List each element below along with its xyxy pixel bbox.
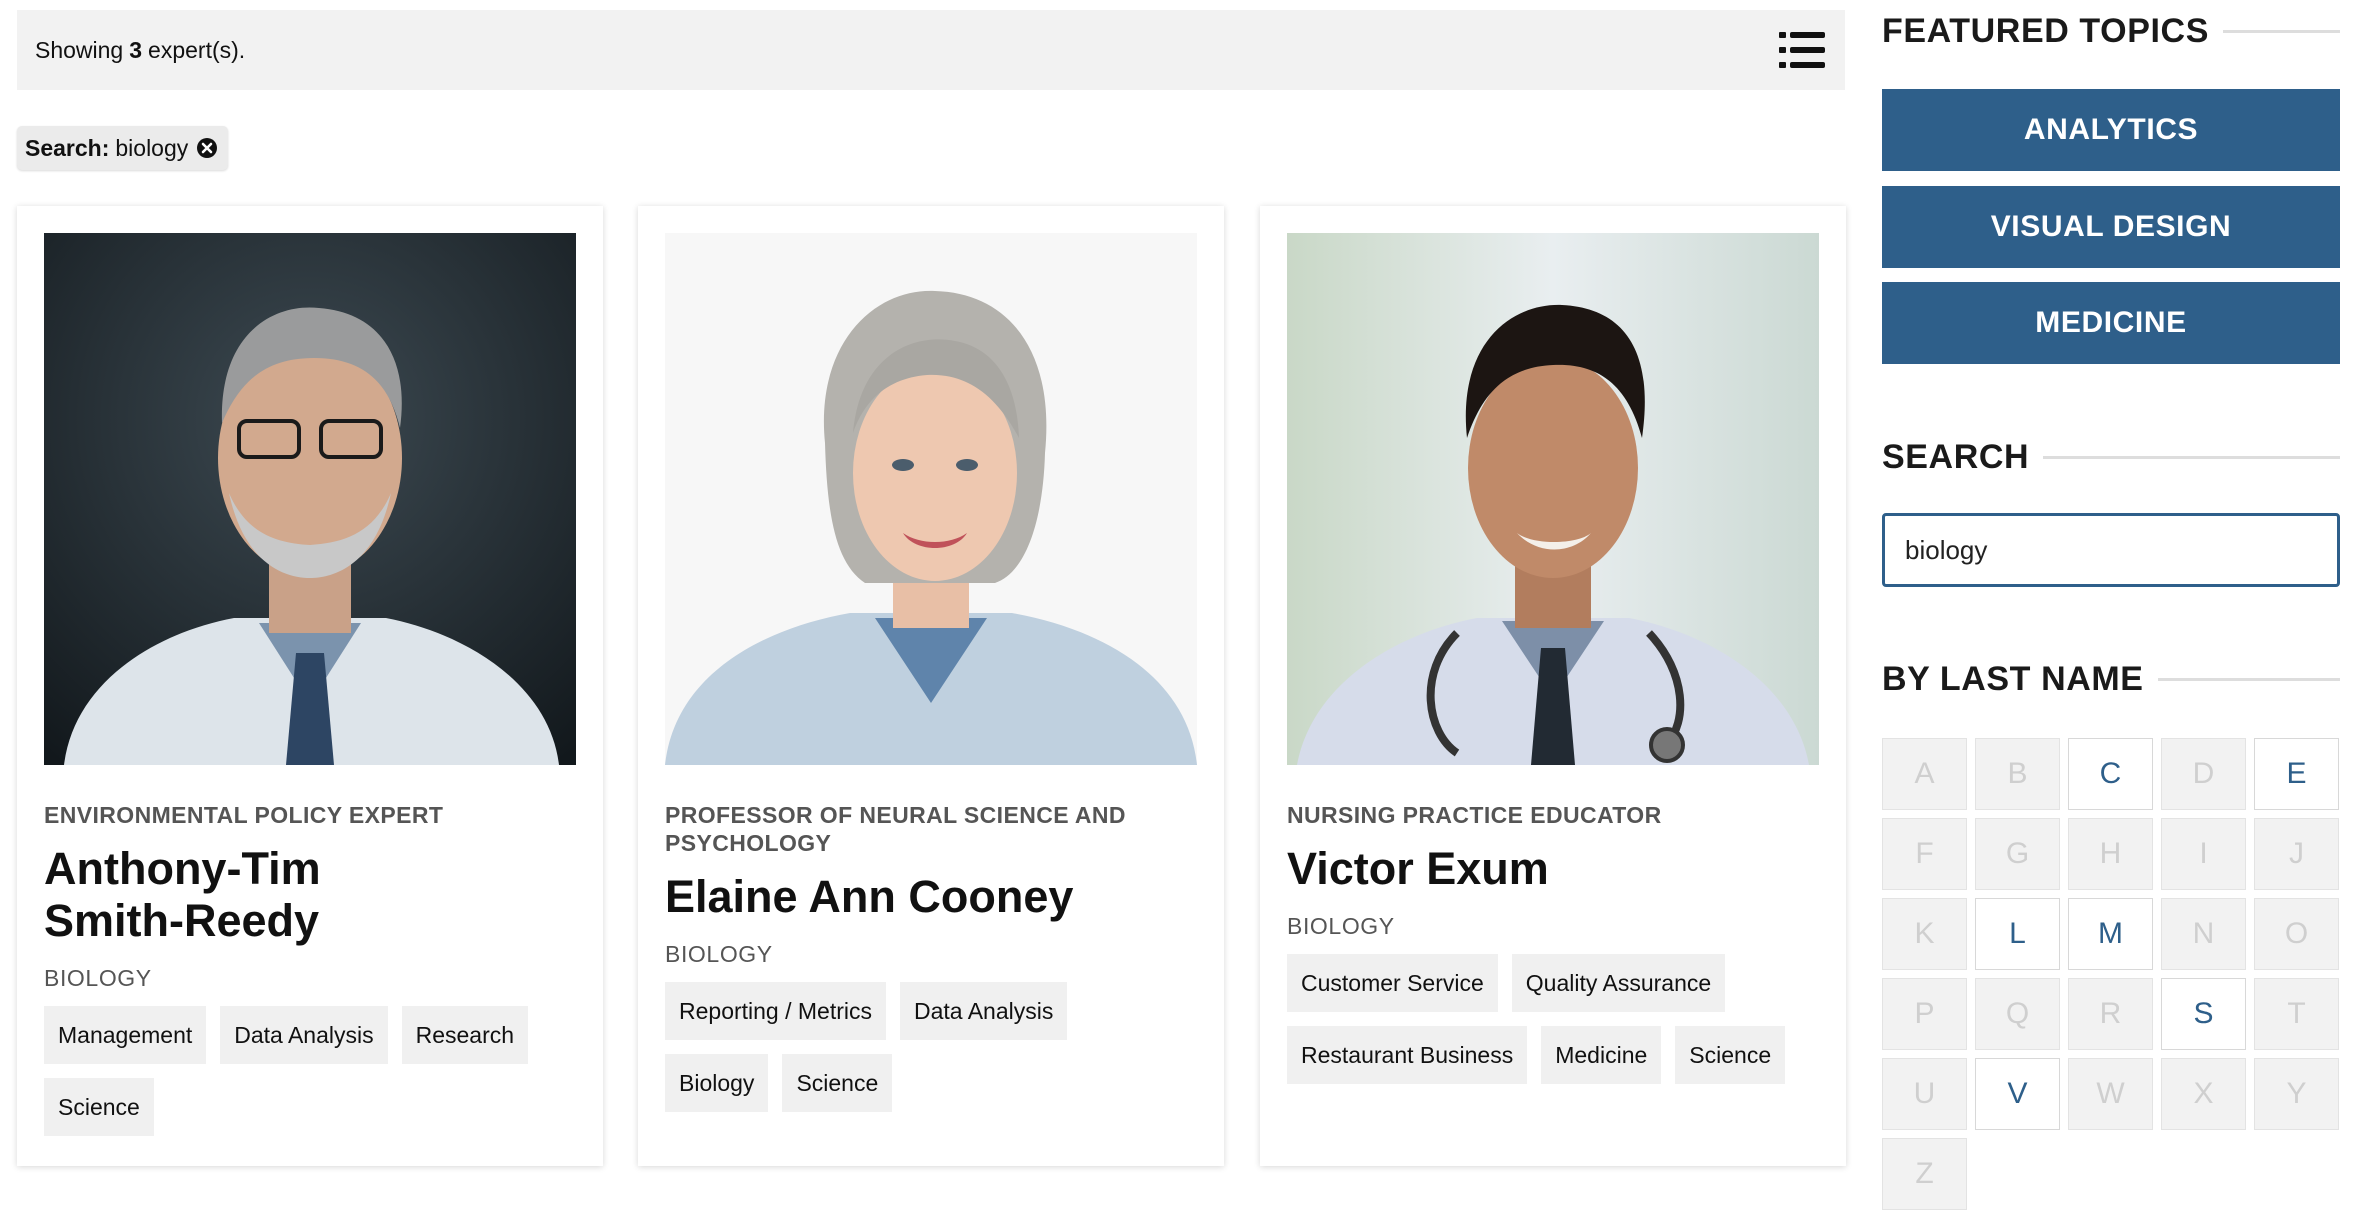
letter-o-button: O xyxy=(2254,898,2339,970)
chip-label: Search: xyxy=(25,134,110,161)
last-name-heading-label: BY LAST NAME xyxy=(1882,660,2144,698)
letter-w-button: W xyxy=(2068,1058,2153,1130)
expert-photo[interactable] xyxy=(1287,233,1819,765)
expert-title: PROFESSOR OF NEURAL SCIENCE AND PSYCHOLO… xyxy=(665,802,1126,856)
letter-q-button: Q xyxy=(1975,978,2060,1050)
search-input[interactable] xyxy=(1882,513,2340,587)
letter-n-button: N xyxy=(2161,898,2246,970)
heading-rule xyxy=(2043,456,2340,459)
letter-c-button[interactable]: C xyxy=(2068,738,2153,810)
expert-tag[interactable]: Quality Assurance xyxy=(1511,954,1726,1012)
search-heading-label: SEARCH xyxy=(1882,438,2030,476)
letter-a-button: A xyxy=(1882,738,1967,810)
letter-j-button: J xyxy=(2254,818,2339,890)
letter-u-button: U xyxy=(1882,1058,1967,1130)
expert-tag[interactable]: Science xyxy=(1675,1026,1786,1084)
results-count: 3 xyxy=(129,36,143,63)
expert-photo[interactable] xyxy=(665,233,1197,765)
expert-tag[interactable]: Customer Service xyxy=(1287,954,1498,1012)
letter-y-button: Y xyxy=(2254,1058,2339,1130)
letter-p-button: P xyxy=(1882,978,1967,1050)
expert-tag[interactable]: Research xyxy=(401,1006,529,1064)
search-heading: SEARCH xyxy=(1882,438,2340,477)
expert-tags: Management Data Analysis Research Scienc… xyxy=(44,1006,576,1150)
letter-x-button: X xyxy=(2161,1058,2246,1130)
expert-card[interactable]: PROFESSOR OF NEURAL SCIENCE AND PSYCHOLO… xyxy=(638,206,1224,1166)
expert-tags: Customer Service Quality Assurance Resta… xyxy=(1287,954,1819,1098)
expert-name[interactable]: Anthony-Tim Smith-Reedy xyxy=(44,843,576,947)
expert-name[interactable]: Elaine Ann Cooney xyxy=(665,871,1197,923)
search-filter-chip[interactable]: Search: biology xyxy=(17,126,229,170)
letter-d-button: D xyxy=(2161,738,2246,810)
letter-b-button: B xyxy=(1975,738,2060,810)
expert-category: BIOLOGY xyxy=(665,941,773,967)
letter-r-button: R xyxy=(2068,978,2153,1050)
expert-tag[interactable]: Science xyxy=(44,1078,154,1136)
expert-category: BIOLOGY xyxy=(44,965,152,991)
expert-tag[interactable]: Science xyxy=(782,1054,893,1112)
expert-tag[interactable]: Medicine xyxy=(1541,1026,1662,1084)
expert-name[interactable]: Victor Exum xyxy=(1287,843,1819,895)
letter-v-button[interactable]: V xyxy=(1975,1058,2060,1130)
expert-photo[interactable] xyxy=(44,233,576,765)
expert-tag[interactable]: Restaurant Business xyxy=(1287,1026,1528,1084)
letter-g-button: G xyxy=(1975,818,2060,890)
topic-visual-design-button[interactable]: VISUAL DESIGN xyxy=(1882,186,2340,268)
results-suffix: expert(s). xyxy=(148,36,246,63)
chip-value: biology xyxy=(115,134,189,161)
expert-tag[interactable]: Data Analysis xyxy=(900,982,1068,1040)
expert-tag[interactable]: Biology xyxy=(665,1054,769,1112)
letter-s-button[interactable]: S xyxy=(2161,978,2246,1050)
letter-f-button: F xyxy=(1882,818,1967,890)
expert-name-line: Smith-Reedy xyxy=(44,895,320,946)
expert-name-line: Anthony-Tim xyxy=(44,843,321,894)
expert-card[interactable]: ENVIRONMENTAL POLICY EXPERT Anthony-Tim … xyxy=(17,206,603,1166)
letter-l-button[interactable]: L xyxy=(1975,898,2060,970)
results-prefix: Showing xyxy=(35,36,124,63)
topic-medicine-button[interactable]: MEDICINE xyxy=(1882,282,2340,364)
expert-category: BIOLOGY xyxy=(1287,913,1395,939)
letter-t-button: T xyxy=(2254,978,2339,1050)
featured-topics-label: FEATURED TOPICS xyxy=(1882,12,2209,50)
letter-i-button: I xyxy=(2161,818,2246,890)
last-name-heading: BY LAST NAME xyxy=(1882,660,2340,699)
heading-rule xyxy=(2157,678,2340,681)
expert-tag[interactable]: Data Analysis xyxy=(220,1006,388,1064)
expert-title: ENVIRONMENTAL POLICY EXPERT xyxy=(44,802,444,828)
expert-tags: Reporting / Metrics Data Analysis Biolog… xyxy=(665,982,1197,1126)
letter-m-button[interactable]: M xyxy=(2068,898,2153,970)
expert-tag[interactable]: Management xyxy=(44,1006,207,1064)
letter-h-button: H xyxy=(2068,818,2153,890)
heading-rule xyxy=(2223,30,2340,33)
letter-e-button[interactable]: E xyxy=(2254,738,2339,810)
expert-card[interactable]: NURSING PRACTICE EDUCATOR Victor Exum BI… xyxy=(1260,206,1846,1166)
expert-tag[interactable]: Reporting / Metrics xyxy=(665,982,887,1040)
letter-k-button: K xyxy=(1882,898,1967,970)
letter-z-button: Z xyxy=(1882,1138,1967,1210)
list-view-icon[interactable] xyxy=(1779,30,1825,70)
featured-topics-heading: FEATURED TOPICS xyxy=(1882,12,2340,51)
last-name-letter-grid: ABCDE FGHIJ KLMNO PQRST UVWXY Z xyxy=(1882,738,2352,1210)
close-circle-icon[interactable] xyxy=(196,137,218,159)
expert-title: NURSING PRACTICE EDUCATOR xyxy=(1287,802,1662,828)
results-summary-bar: Showing 3 expert(s). xyxy=(17,10,1845,90)
topic-analytics-button[interactable]: ANALYTICS xyxy=(1882,89,2340,171)
